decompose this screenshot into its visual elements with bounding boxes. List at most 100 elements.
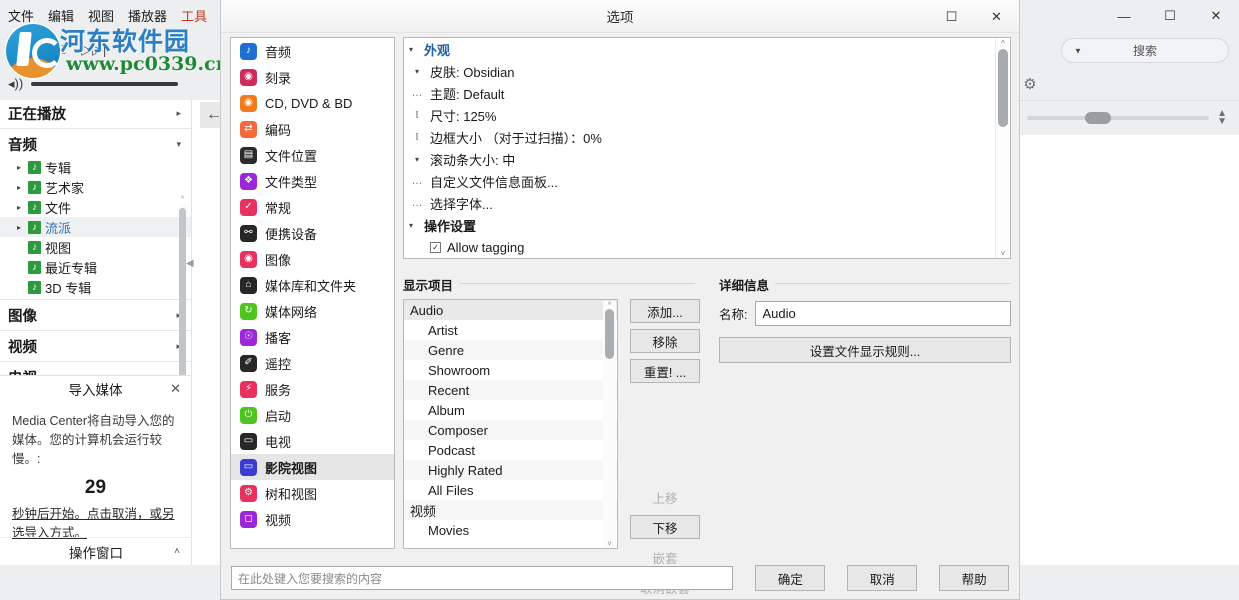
tree-node-size[interactable]: I 尺寸: 125% <box>404 104 1010 126</box>
category-item-theater-view[interactable]: ▭ 影院视图 <box>231 454 394 480</box>
category-item-tree-and-view[interactable]: ⚙ 树和视图 <box>231 480 394 506</box>
tree-node-skin[interactable]: ▾ 皮肤: Obsidian <box>404 60 1010 82</box>
category-item-startup[interactable]: ⏻ 启动 <box>231 402 394 428</box>
find-option-input[interactable]: 在此处键入您要搜索的内容 <box>231 566 733 590</box>
category-item-general[interactable]: ✓ 常规 <box>231 194 394 220</box>
chevron-up-icon[interactable]: ˄ <box>174 546 180 557</box>
expander-icon[interactable]: ▸ <box>14 163 24 172</box>
category-item-media-network[interactable]: ↻ 媒体网络 <box>231 298 394 324</box>
text-cursor-icon[interactable]: I <box>410 109 424 121</box>
sidebar-item-audio[interactable]: 音频 ▾ <box>0 131 191 157</box>
minimize-button[interactable]: — <box>1101 0 1147 32</box>
list-item[interactable]: Album <box>404 400 617 420</box>
category-item-burn[interactable]: ◉ 刻录 <box>231 64 394 90</box>
menu-item-edit[interactable]: 编辑 <box>48 6 74 25</box>
sidebar-item-now-playing[interactable]: 正在播放 ▸ <box>0 100 191 126</box>
category-item-services[interactable]: ⚡ 服务 <box>231 376 394 402</box>
text-cursor-icon[interactable]: I <box>410 131 424 143</box>
category-item-file-types[interactable]: ❖ 文件类型 <box>231 168 394 194</box>
gear-icon[interactable]: ⚙ <box>1021 76 1039 94</box>
display-size-slider[interactable] <box>1027 116 1209 120</box>
sidebar-item-recent-album[interactable]: ♪ 最近专辑 <box>0 257 191 277</box>
remove-button[interactable]: 移除 <box>630 329 700 353</box>
list-item[interactable]: Podcast <box>404 440 617 460</box>
ellipsis-icon[interactable]: … <box>410 87 424 99</box>
sidebar-item-3d-album[interactable]: ♪ 3D 专辑 <box>0 277 191 297</box>
sidebar-item-images[interactable]: 图像 ▸ <box>0 302 191 328</box>
list-item[interactable]: 视频 <box>404 500 617 520</box>
list-item[interactable]: Movies <box>404 520 617 540</box>
add-button[interactable]: 添加... <box>630 299 700 323</box>
stop-icon[interactable]: □ <box>57 41 65 57</box>
tree-node-select-font[interactable]: … 选择字体... <box>404 192 1010 214</box>
sidebar-item-view[interactable]: ♪ 视图 <box>0 237 191 257</box>
settings-tree-panel[interactable]: ▾ 外观 ▾ 皮肤: Obsidian … 主题: Default I 尺寸: … <box>403 37 1011 259</box>
category-item-file-location[interactable]: ▤ 文件位置 <box>231 142 394 168</box>
display-items-scrollbar[interactable]: ^ ˅ <box>603 301 616 549</box>
tree-node-behavior-settings[interactable]: ▾ 操作设置 <box>404 214 1010 236</box>
speaker-icon[interactable]: ◂)) <box>8 76 23 92</box>
display-items-list[interactable]: Audio Artist Genre Showroom Recent Album… <box>403 299 618 549</box>
play-icon[interactable]: ▷ <box>30 41 41 58</box>
twisty-down-icon[interactable]: ▾ <box>404 45 418 54</box>
volume-slider[interactable] <box>31 82 178 86</box>
checkbox-icon[interactable]: ✓ <box>430 242 441 253</box>
sidebar-item-file[interactable]: ▸ ♪ 文件 <box>0 197 191 217</box>
menu-item-view[interactable]: 视图 <box>88 6 114 25</box>
action-window-bar[interactable]: 操作窗口 ˄ <box>0 537 192 565</box>
ellipsis-icon[interactable]: … <box>410 197 424 209</box>
sidebar-item-genre[interactable]: ▸ ♪ 流派 <box>0 217 191 237</box>
list-item[interactable]: Recent <box>404 380 617 400</box>
file-display-rules-button[interactable]: 设置文件显示规则... <box>719 337 1011 363</box>
category-item-images[interactable]: ◉ 图像 <box>231 246 394 272</box>
category-item-tv[interactable]: ▭ 电视 <box>231 428 394 454</box>
cancel-button[interactable]: 取消 <box>847 565 917 591</box>
list-item[interactable]: Composer <box>404 420 617 440</box>
scroll-down-icon[interactable]: ˅ <box>603 540 616 549</box>
chevron-down-icon[interactable]: ▼ <box>1074 46 1082 55</box>
move-up-button[interactable]: 上移 <box>630 485 700 509</box>
chevron-down-icon[interactable]: ▾ <box>176 139 181 150</box>
category-item-remote-control[interactable]: ✐ 遥控 <box>231 350 394 376</box>
twisty-down-icon[interactable]: ▾ <box>410 155 424 164</box>
close-button[interactable]: ✕ <box>1193 0 1239 32</box>
dialog-title-bar[interactable]: 选项 ☐ ✕ <box>221 0 1019 33</box>
scrollbar-thumb[interactable] <box>998 49 1008 127</box>
category-item-library-folders[interactable]: ⌂ 媒体库和文件夹 <box>231 272 394 298</box>
ok-button[interactable]: 确定 <box>755 565 825 591</box>
tree-node-border-size[interactable]: I 边框大小 （对于过扫描）：0% <box>404 126 1010 148</box>
next-track-icon[interactable]: ▷▷| <box>81 41 106 58</box>
spinner-icon[interactable]: ▲▼ <box>1217 110 1227 126</box>
scroll-up-icon[interactable]: ^ <box>996 39 1010 49</box>
list-item[interactable]: Highly Rated <box>404 460 617 480</box>
expander-icon[interactable]: ▸ <box>14 223 24 232</box>
chevron-right-icon[interactable]: ▸ <box>176 108 181 119</box>
tree-node-scrollbar-size[interactable]: ▾ 滚动条大小: 中 <box>404 148 1010 170</box>
list-item[interactable]: Showroom <box>404 360 617 380</box>
dialog-maximize-button[interactable]: ☐ <box>929 0 974 33</box>
reset-button[interactable]: 重置! ... <box>630 359 700 383</box>
list-item[interactable]: Audio <box>404 300 617 320</box>
ellipsis-icon[interactable]: … <box>410 175 424 187</box>
menu-item-player[interactable]: 播放器 <box>128 6 167 25</box>
dialog-close-button[interactable]: ✕ <box>974 0 1019 33</box>
tree-node-theme[interactable]: … 主题: Default <box>404 82 1010 104</box>
category-item-encode[interactable]: ⇄ 编码 <box>231 116 394 142</box>
category-item-audio[interactable]: ♪ 音频 <box>231 38 394 64</box>
help-button[interactable]: 帮助 <box>939 565 1009 591</box>
expander-icon[interactable]: ▸ <box>14 203 24 212</box>
sidebar-item-video[interactable]: 视频 ▸ <box>0 333 191 359</box>
category-item-podcast[interactable]: ☉ 播客 <box>231 324 394 350</box>
sidebar-item-artist[interactable]: ▸ ♪ 艺术家 <box>0 177 191 197</box>
twisty-down-icon[interactable]: ▾ <box>410 67 424 76</box>
list-item[interactable]: All Files <box>404 480 617 500</box>
tree-node-appearance[interactable]: ▾ 外观 <box>404 38 1010 60</box>
move-down-button[interactable]: 下移 <box>630 515 700 539</box>
maximize-button[interactable]: ☐ <box>1147 0 1193 32</box>
sidebar-collapse-handle[interactable]: ◀ <box>186 258 194 269</box>
name-input[interactable]: Audio <box>755 301 1011 326</box>
sidebar-item-album[interactable]: ▸ ♪ 专辑 <box>0 157 191 177</box>
twisty-down-icon[interactable]: ▾ <box>404 221 418 230</box>
tree-node-allow-tagging[interactable]: ✓ Allow tagging <box>404 236 1010 258</box>
tree-node-custom-file-info-panel[interactable]: … 自定义文件信息面板... <box>404 170 1010 192</box>
